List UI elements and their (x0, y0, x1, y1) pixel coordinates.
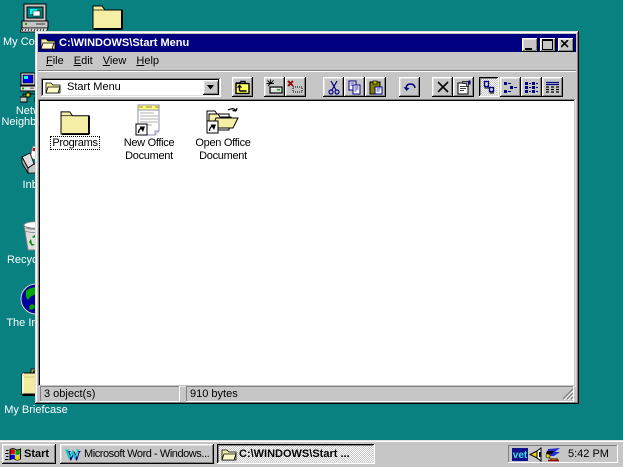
svg-text:W: W (65, 447, 80, 462)
svg-text:vet: vet (513, 450, 528, 461)
